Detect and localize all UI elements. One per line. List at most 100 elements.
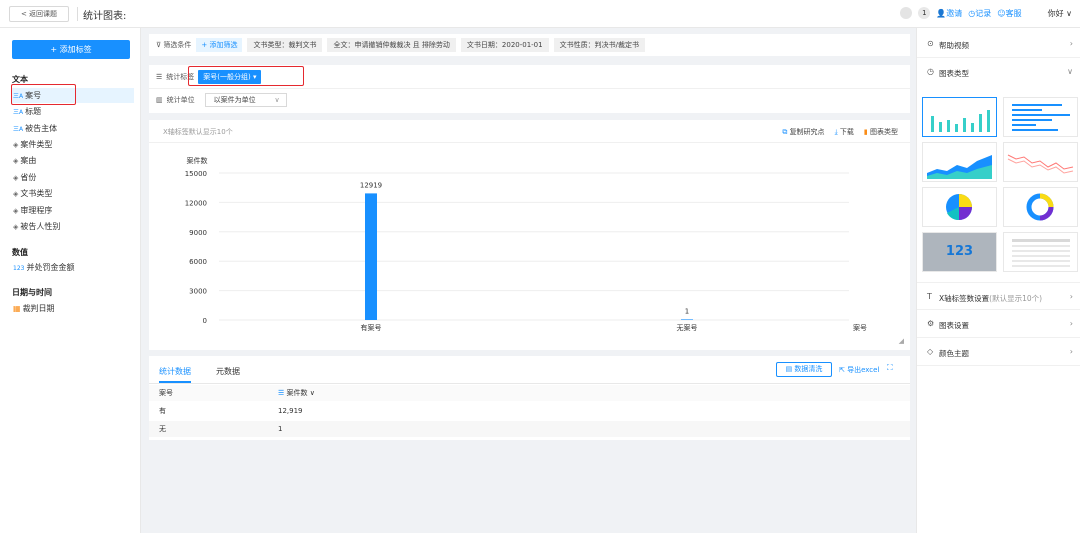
group-title-date: 日期与时间 (12, 288, 52, 297)
question-icon: ⊙ (927, 39, 934, 48)
add-filter-button[interactable]: + 添加筛选 (196, 38, 243, 52)
customer-service-link[interactable]: ☺客服 (997, 8, 1021, 19)
sidebar-item-label: 标题 (25, 107, 42, 116)
sidebar-item-title[interactable]: 三A 标题 (12, 104, 134, 119)
back-label: 返回课题 (29, 10, 58, 18)
chevron-right-icon: › (1069, 319, 1073, 328)
thumb-area-chart[interactable] (922, 142, 997, 182)
x-label-setting-row[interactable]: T X轴标签数设置(默认显示10个) › (917, 282, 1080, 310)
sidebar-item-label: 审理程序 (20, 206, 53, 215)
resize-handle-icon[interactable]: ◢ (899, 337, 904, 345)
sidebar-item-case-type[interactable]: ◈ 案件类型 (12, 137, 134, 152)
sidebar-item-label: 案件类型 (20, 140, 53, 149)
stat-unit-select[interactable]: 以案件为单位 ∨ (204, 93, 287, 107)
layers-icon: ◈ (13, 190, 19, 198)
table-row: 无 1 (149, 421, 910, 437)
help-video-label: 帮助视频 (939, 41, 969, 50)
back-to-topic-button[interactable]: < 返回课题 (9, 6, 69, 22)
x-tick-label: 有案号 (361, 323, 382, 332)
export-excel-button[interactable]: ⇱ 导出excel (839, 365, 879, 375)
drop-icon: ◇ (927, 347, 934, 356)
sidebar-item-judgment-date[interactable]: ▦ 裁判日期 (12, 301, 134, 316)
y-tick-label: 9000 (189, 229, 207, 237)
y-tick-label: 3000 (189, 288, 207, 296)
help-video-row[interactable]: ⊙ 帮助视频 › (917, 30, 1080, 58)
user-add-icon: 👤 (936, 8, 947, 18)
text-icon: 三A (13, 126, 24, 133)
tab-stat-data[interactable]: 统计数据 (159, 366, 191, 383)
x-label-setting-label: X轴标签数设置(默认显示10个) (939, 293, 1042, 304)
filter-chip[interactable]: 文书日期：2020-01-01 (460, 38, 549, 52)
invite-link[interactable]: 👤邀请 (936, 8, 962, 19)
divider (149, 88, 910, 89)
fullscreen-icon[interactable]: ⛶ (887, 363, 893, 373)
sidebar-item-label: 并处罚金金额 (26, 263, 75, 272)
group-title-number: 数值 (12, 248, 28, 257)
thumb-line-chart[interactable] (1003, 142, 1078, 182)
sidebar-item-label: 被告人性别 (20, 222, 61, 231)
filter-chip[interactable]: 文书性质：判决书/裁定书 (553, 38, 645, 52)
table-cell: 1 (278, 425, 283, 433)
filter-label-text: 筛选条件 (163, 41, 192, 49)
y-tick-label: 0 (203, 317, 207, 325)
top-right-actions: 1 👤邀请 ◷记录 ☺客服 你好 ∨ (900, 7, 1072, 19)
area-chart-icon (927, 155, 992, 179)
divider (77, 7, 78, 21)
thumb-bar-chart[interactable] (922, 97, 997, 137)
stat-unit-row: ▥ 统计单位 以案件为单位 ∨ (156, 93, 287, 107)
clock-icon: ◷ (927, 67, 934, 76)
sidebar-item-defendant[interactable]: 三A 被告主体 (12, 121, 134, 136)
chart-setting-row[interactable]: ⚙ 图表设置 › (917, 310, 1080, 338)
thumb-number-card[interactable]: 123 (922, 232, 997, 272)
export-label: 导出excel (847, 366, 880, 374)
sidebar-item-label: 案由 (20, 156, 37, 165)
thumb-pie-chart[interactable] (922, 187, 997, 227)
record-link[interactable]: ◷记录 (968, 8, 991, 19)
color-theme-label: 颜色主题 (939, 349, 969, 358)
layers-icon: ◈ (13, 207, 19, 215)
filter-chip[interactable]: 全文：申请撤销仲裁裁决 且 排除劳动 (327, 38, 456, 52)
layers-icon: ◈ (13, 174, 19, 182)
column-header-sortable[interactable]: ☰ 案件数 ∨ (278, 385, 315, 401)
chevron-down-icon: ∨ (1067, 67, 1073, 76)
gear-icon: ⚙ (927, 319, 935, 328)
thumb-table[interactable] (1003, 232, 1078, 272)
sidebar-item-province[interactable]: ◈ 省份 (12, 170, 134, 185)
filter-chip[interactable]: 文书类型：裁判文书 (247, 38, 323, 52)
page-title: 统计图表: (83, 11, 127, 22)
chart-type-row[interactable]: ◷ 图表类型 ∨ (917, 58, 1080, 86)
sidebar-item-doc-type[interactable]: ◈ 文书类型 (12, 186, 134, 201)
bar (681, 319, 693, 320)
top-bar: < 返回课题 统计图表: 1 👤邀请 ◷记录 ☺客服 你好 ∨ (0, 0, 1080, 28)
thumb-donut-chart[interactable] (1003, 187, 1078, 227)
highlight-box (11, 84, 76, 105)
data-clean-button[interactable]: ▤ 数据清洗 (776, 362, 832, 377)
table-cell: 有 (159, 407, 166, 415)
sidebar-item-procedure[interactable]: ◈ 审理程序 (12, 203, 134, 218)
sidebar-item-gender[interactable]: ◈ 被告人性别 (12, 219, 134, 234)
highlight-box (188, 66, 304, 86)
right-panel: ⊙ 帮助视频 › ◷ 图表类型 ∨ 123 T X轴标签数设置(默认显示10个)… (916, 28, 1080, 533)
user-menu[interactable]: 你好 ∨ (1048, 8, 1072, 19)
text-size-icon: T (927, 292, 932, 301)
sidebar-item-cause[interactable]: ◈ 案由 (12, 153, 134, 168)
sidebar-item-fine[interactable]: 123 并处罚金金额 (12, 260, 134, 275)
number-icon: 123 (13, 265, 25, 272)
thumb-horizontal-bar-chart[interactable] (1003, 97, 1078, 137)
bar-data-label: 12919 (360, 181, 382, 189)
sort-icon: ☰ (278, 389, 285, 397)
invite-label: 邀请 (946, 8, 963, 18)
table-row: 有 12,919 (149, 403, 910, 419)
horizontal-bar-icon (1012, 104, 1070, 131)
filter-icon: ⊽ (156, 41, 162, 49)
list-icon: ☰ (156, 73, 163, 81)
column-header-label: 案件数 (286, 389, 308, 397)
x-tick-label: 无案号 (677, 323, 698, 332)
table-icon (1012, 239, 1070, 267)
notification-badge[interactable]: 1 (918, 7, 931, 19)
color-theme-row[interactable]: ◇ 颜色主题 › (917, 338, 1080, 366)
y-tick-label: 6000 (189, 258, 207, 266)
sidebar-item-label: 被告主体 (25, 124, 58, 133)
add-tag-button[interactable]: + 添加标签 (12, 40, 130, 59)
tab-metadata[interactable]: 元数据 (216, 366, 240, 377)
